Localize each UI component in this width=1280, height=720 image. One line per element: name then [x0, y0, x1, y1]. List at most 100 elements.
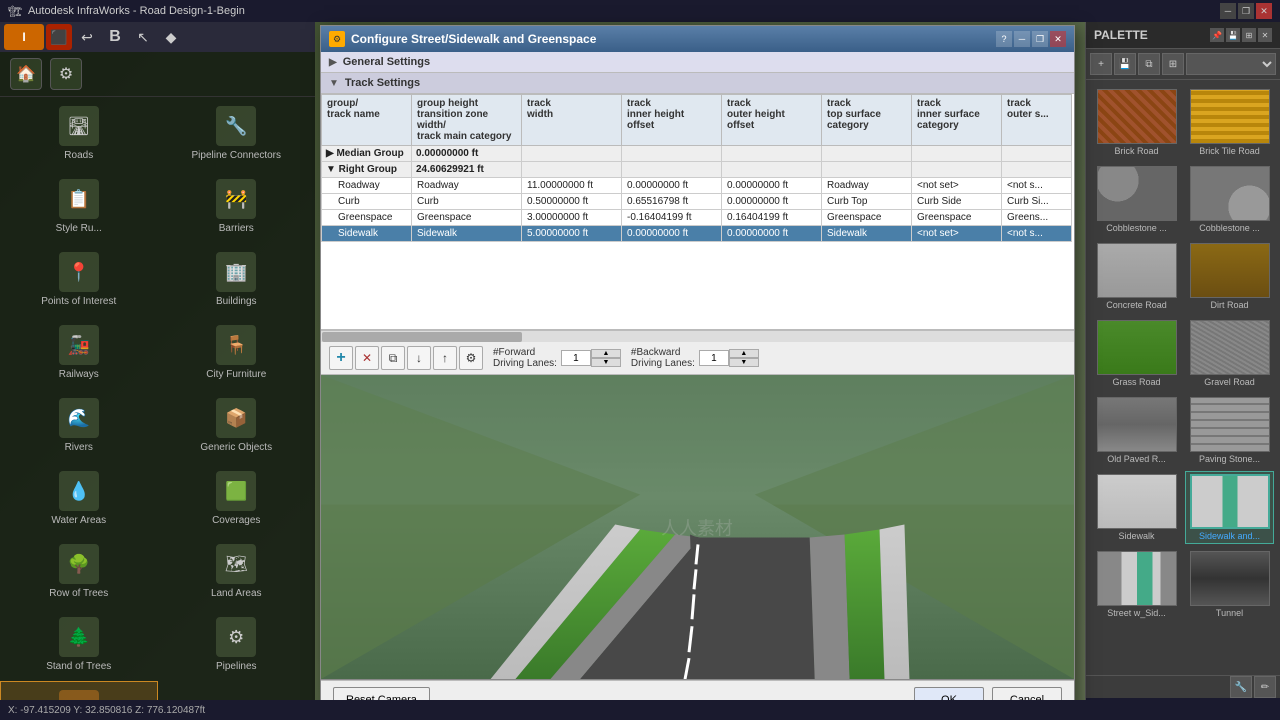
sidebar-item-pipeline[interactable]: 🔧 Pipeline Connectors	[158, 97, 316, 170]
palette-item-cobblestone1[interactable]: Cobblestone ...	[1092, 163, 1181, 236]
palette-toolbar: + 💾 ⧉ ⊞	[1086, 49, 1280, 80]
toolbar-3d-btn[interactable]: ◆	[158, 24, 184, 50]
greenspace-category: Greenspace	[412, 210, 522, 226]
pipelines-icon: ⚙	[216, 617, 256, 657]
right-group-value: 24.60629921 ft	[412, 162, 522, 178]
general-settings-arrow: ▶	[329, 57, 337, 68]
toolbar-b-btn[interactable]: B	[102, 24, 128, 50]
sidebar-item-railways[interactable]: 🚂 Railways	[0, 316, 158, 389]
palette-item-dirt[interactable]: Dirt Road	[1185, 240, 1274, 313]
sidebar-item-generic[interactable]: 📦 Generic Objects	[158, 389, 316, 462]
palette-item-old-paved[interactable]: Old Paved R...	[1092, 394, 1181, 467]
greenspace-top-surface: Greenspace	[822, 210, 912, 226]
concrete-label: Concrete Road	[1106, 300, 1167, 310]
dialog-minimize-btn[interactable]: ─	[1014, 31, 1030, 47]
sidebar-item-city-furniture[interactable]: 🪑 City Furniture	[158, 316, 316, 389]
track-table-wrapper[interactable]: group/track name group heighttransition …	[321, 94, 1074, 330]
minimize-button[interactable]: ─	[1220, 3, 1236, 19]
general-settings-section[interactable]: ▶ General Settings	[321, 52, 1074, 73]
palette-item-sidewalk-and[interactable]: Sidewalk and...	[1185, 471, 1274, 544]
close-button[interactable]: ✕	[1256, 3, 1272, 19]
dialog-close-btn[interactable]: ✕	[1050, 31, 1066, 47]
sidebar-item-barriers[interactable]: 🚧 Barriers	[158, 170, 316, 243]
palette-item-tunnel[interactable]: Tunnel	[1185, 548, 1274, 621]
palette-pin-btn[interactable]: 📌	[1210, 28, 1224, 42]
delete-row-btn[interactable]: ✕	[355, 346, 379, 370]
left-sidebar: 🏠 ⚙ 🛣 Roads 🔧 Pipeline Connectors 📋 Styl…	[0, 52, 315, 700]
street-sid-label: Street w_Sid...	[1107, 608, 1166, 618]
copy-row-btn[interactable]: ⧉	[381, 346, 405, 370]
forward-lanes-input[interactable]	[561, 350, 591, 366]
table-row[interactable]: Greenspace Greenspace 3.00000000 ft -0.1…	[322, 210, 1072, 226]
dialog-help-btn[interactable]: ?	[996, 31, 1012, 47]
track-table-body: ▶ Median Group 0.00000000 ft ▼ Right Gro…	[322, 146, 1072, 242]
palette-add-btn[interactable]: +	[1090, 53, 1112, 75]
barriers-icon: 🚧	[216, 179, 256, 219]
settings-btn[interactable]: ⚙	[459, 346, 483, 370]
palette-item-street-sid[interactable]: Street w_Sid...	[1092, 548, 1181, 621]
track-settings-section[interactable]: ▼ Track Settings	[321, 73, 1074, 94]
sidebar-item-land-areas[interactable]: 🗺 Land Areas	[158, 535, 316, 608]
palette-copy-btn[interactable]: ⧉	[1138, 53, 1160, 75]
railways-icon: 🚂	[59, 325, 99, 365]
add-row-btn[interactable]: +	[329, 346, 353, 370]
backward-lanes-down-btn[interactable]: ▼	[729, 358, 759, 367]
table-row[interactable]: Curb Curb 0.50000000 ft 0.65516798 ft 0.…	[322, 194, 1072, 210]
sidebar-item-water-areas[interactable]: 💧 Water Areas	[0, 462, 158, 535]
restore-button[interactable]: ❐	[1238, 3, 1254, 19]
palette-close-btn[interactable]: ✕	[1258, 28, 1272, 42]
backward-lanes-input[interactable]	[699, 350, 729, 366]
toolbar-cursor-btn[interactable]: ↖	[130, 24, 156, 50]
sidebar-item-buildings[interactable]: 🏢 Buildings	[158, 243, 316, 316]
table-row[interactable]: Roadway Roadway 11.00000000 ft 0.0000000…	[322, 178, 1072, 194]
tunnel-thumb	[1190, 551, 1270, 606]
table-row[interactable]: Sidewalk Sidewalk 5.00000000 ft 0.000000…	[322, 226, 1072, 242]
stand-of-trees-icon: 🌲	[59, 617, 99, 657]
dirt-label: Dirt Road	[1210, 300, 1248, 310]
dialog-title-controls: ? ─ ❐ ✕	[996, 31, 1066, 47]
toolbar-back-btn[interactable]: ↩	[74, 24, 100, 50]
brick-road-label: Brick Road	[1114, 146, 1158, 156]
palette-layout2-btn[interactable]: ⊞	[1162, 53, 1184, 75]
sidebar-item-points[interactable]: 📍 Points of Interest	[0, 243, 158, 316]
horizontal-scrollbar[interactable]	[321, 330, 1074, 342]
settings-button[interactable]: ⚙	[50, 58, 82, 90]
palette-bottom-btn2[interactable]: ✏	[1254, 676, 1276, 698]
forward-lanes-label: #Forward Driving Lanes:	[493, 347, 557, 369]
scroll-thumb[interactable]	[322, 332, 522, 342]
palette-item-brick-road[interactable]: Brick Road	[1092, 86, 1181, 159]
palette-item-brick-tile[interactable]: Brick Tile Road	[1185, 86, 1274, 159]
palette-type-select[interactable]	[1186, 53, 1276, 75]
palette-save-btn[interactable]: 💾	[1226, 28, 1240, 42]
sidebar-item-style-palette[interactable]: 🎨 Style Palette	[0, 681, 158, 700]
palette-save-tool-btn[interactable]: 💾	[1114, 53, 1136, 75]
palette-bottom-btn1[interactable]: 🔧	[1230, 676, 1252, 698]
sidebar-item-coverages[interactable]: 🟩 Coverages	[158, 462, 316, 535]
palette-title: PALETTE	[1094, 28, 1148, 42]
sidebar-item-pipelines[interactable]: ⚙ Pipelines	[158, 608, 316, 681]
dialog-restore-btn[interactable]: ❐	[1032, 31, 1048, 47]
pipeline-icon: 🔧	[216, 106, 256, 146]
table-row[interactable]: ▼ Right Group 24.60629921 ft	[322, 162, 1072, 178]
sidebar-item-roads[interactable]: 🛣 Roads	[0, 97, 158, 170]
sidebar-item-row-of-trees[interactable]: 🌳 Row of Trees	[0, 535, 158, 608]
palette-item-gravel[interactable]: Gravel Road	[1185, 317, 1274, 390]
palette-item-paving-stone[interactable]: Paving Stone...	[1185, 394, 1274, 467]
move-down-btn[interactable]: ↓	[407, 346, 431, 370]
sidebar-item-stand-of-trees[interactable]: 🌲 Stand of Trees	[0, 608, 158, 681]
palette-item-concrete[interactable]: Concrete Road	[1092, 240, 1181, 313]
palette-layout-btn[interactable]: ⊞	[1242, 28, 1256, 42]
pipeline-label: Pipeline Connectors	[192, 150, 282, 161]
sidebar-item-rivers[interactable]: 🌊 Rivers	[0, 389, 158, 462]
home-button[interactable]: 🏠	[10, 58, 42, 90]
palette-item-grass[interactable]: Grass Road	[1092, 317, 1181, 390]
curb-outer-height: 0.00000000 ft	[722, 194, 822, 210]
move-up-btn[interactable]: ↑	[433, 346, 457, 370]
table-row[interactable]: ▶ Median Group 0.00000000 ft	[322, 146, 1072, 162]
palette-item-sidewalk[interactable]: Sidewalk	[1092, 471, 1181, 544]
sidebar-item-style-rules[interactable]: 📋 Style Ru...	[0, 170, 158, 243]
backward-lanes-up-btn[interactable]: ▲	[729, 349, 759, 358]
palette-item-cobblestone2[interactable]: Cobblestone ...	[1185, 163, 1274, 236]
forward-lanes-down-btn[interactable]: ▼	[591, 358, 621, 367]
forward-lanes-up-btn[interactable]: ▲	[591, 349, 621, 358]
